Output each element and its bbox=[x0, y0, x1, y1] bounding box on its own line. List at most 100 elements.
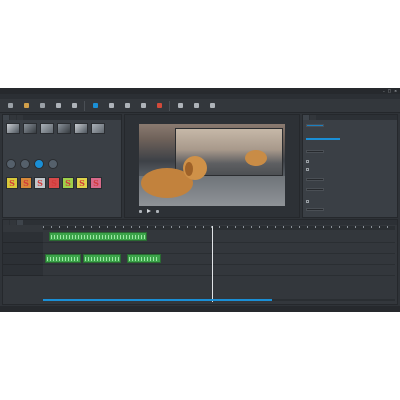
video-track-lane[interactable] bbox=[43, 232, 395, 243]
minimize-icon[interactable]: – bbox=[383, 89, 385, 93]
transition-thumbnail[interactable] bbox=[74, 123, 88, 134]
property-checkbox[interactable] bbox=[306, 159, 309, 163]
ruler-tick bbox=[355, 226, 356, 228]
toolbar-button[interactable] bbox=[121, 102, 133, 109]
property-field[interactable] bbox=[306, 207, 324, 211]
transition-thumbnail[interactable] bbox=[91, 123, 105, 134]
toolbar-button[interactable] bbox=[20, 102, 32, 109]
title-style-swatch[interactable]: S bbox=[48, 177, 60, 189]
tab-properties[interactable] bbox=[303, 115, 309, 120]
track-header-a2[interactable] bbox=[3, 265, 43, 276]
audio-track-lane[interactable] bbox=[43, 254, 395, 265]
property-field[interactable] bbox=[306, 177, 324, 181]
tab-library[interactable] bbox=[17, 115, 23, 120]
ruler-tick bbox=[59, 226, 60, 228]
property-checkbox[interactable] bbox=[306, 167, 309, 171]
transition-thumbnail[interactable] bbox=[23, 123, 37, 134]
audio-clip[interactable] bbox=[45, 254, 81, 263]
toolbar-button[interactable] bbox=[89, 102, 101, 109]
tab-effect-stack[interactable] bbox=[10, 220, 16, 225]
ruler-tick bbox=[331, 226, 332, 228]
ruler-tick bbox=[315, 226, 316, 228]
track-header-v2[interactable] bbox=[3, 243, 43, 254]
toolbar-button[interactable] bbox=[4, 102, 16, 109]
layout-icon bbox=[209, 102, 215, 108]
toolbar-button[interactable] bbox=[105, 102, 117, 109]
effects-panel: SSSSSSS bbox=[2, 114, 122, 218]
timeline-ruler[interactable] bbox=[43, 226, 395, 230]
ruler-tick bbox=[171, 226, 172, 228]
ruler-tick bbox=[67, 226, 68, 228]
timeline-scrollbar[interactable] bbox=[43, 299, 395, 301]
effect-icon-selected[interactable] bbox=[34, 159, 44, 169]
video-clip[interactable] bbox=[49, 232, 147, 241]
maximize-icon[interactable]: □ bbox=[388, 89, 391, 93]
audio-clip[interactable] bbox=[83, 254, 121, 263]
rewind-icon[interactable] bbox=[139, 209, 142, 213]
title-style-swatch[interactable]: S bbox=[76, 177, 88, 189]
toolbar-button[interactable] bbox=[52, 102, 64, 109]
monitor-controls bbox=[139, 209, 159, 213]
toolbar-button[interactable] bbox=[190, 102, 202, 109]
toolbar-button[interactable] bbox=[153, 102, 165, 109]
track-header-a1[interactable] bbox=[3, 254, 43, 265]
status-bar bbox=[0, 306, 400, 312]
play-icon[interactable] bbox=[147, 209, 151, 213]
ruler-tick bbox=[363, 226, 364, 228]
toolbar-button[interactable] bbox=[174, 102, 186, 109]
tab-timeline[interactable] bbox=[17, 220, 23, 225]
snap-icon bbox=[140, 102, 146, 108]
title-style-swatch[interactable]: S bbox=[90, 177, 102, 189]
transition-thumbnail[interactable] bbox=[40, 123, 54, 134]
video-track-lane[interactable] bbox=[43, 243, 395, 254]
transition-thumbnail[interactable] bbox=[6, 123, 20, 134]
title-style-swatch[interactable]: S bbox=[6, 177, 18, 189]
select-icon bbox=[92, 102, 98, 108]
effect-icon[interactable] bbox=[20, 159, 30, 169]
ruler-tick bbox=[99, 226, 100, 228]
tab-audio-mixer[interactable] bbox=[310, 115, 316, 120]
title-style-swatch[interactable]: S bbox=[20, 177, 32, 189]
effect-icons bbox=[6, 159, 58, 169]
effect-icon[interactable] bbox=[6, 159, 16, 169]
toolbar-button[interactable] bbox=[36, 102, 48, 109]
toolbar-button[interactable] bbox=[137, 102, 149, 109]
tab-project-bin[interactable] bbox=[3, 220, 9, 225]
ruler-tick bbox=[43, 226, 44, 228]
ruler-tick bbox=[163, 226, 164, 228]
ruler-tick bbox=[123, 226, 124, 228]
toolbar-button[interactable] bbox=[206, 102, 218, 109]
effects-tabs bbox=[3, 115, 121, 120]
timeline-panel bbox=[2, 219, 398, 305]
property-field[interactable] bbox=[306, 149, 324, 153]
audio-track-lane[interactable] bbox=[43, 265, 395, 276]
effect-icon[interactable] bbox=[48, 159, 58, 169]
ruler-tick bbox=[275, 226, 276, 228]
window-controls: – □ × bbox=[383, 89, 397, 93]
property-field[interactable] bbox=[306, 187, 324, 191]
video-preview[interactable] bbox=[139, 124, 285, 206]
property-slider[interactable] bbox=[306, 138, 340, 140]
tab-compositions[interactable] bbox=[10, 115, 16, 120]
new-icon bbox=[7, 102, 13, 108]
track-header-v1[interactable] bbox=[3, 232, 43, 243]
properties-panel bbox=[302, 114, 398, 218]
property-checkbox[interactable] bbox=[306, 199, 309, 203]
tab-effects[interactable] bbox=[3, 115, 9, 120]
toolbar-button[interactable] bbox=[68, 102, 80, 109]
ruler-tick bbox=[91, 226, 92, 228]
timeline-scrollbar-thumb[interactable] bbox=[43, 299, 272, 301]
toolbar-separator bbox=[84, 100, 85, 111]
undo-icon bbox=[55, 102, 61, 108]
timeline-playhead[interactable] bbox=[211, 226, 213, 302]
title-style-swatch[interactable]: S bbox=[62, 177, 74, 189]
ruler-tick bbox=[115, 226, 116, 228]
audio-clip[interactable] bbox=[127, 254, 161, 263]
ruler-tick bbox=[267, 226, 268, 228]
property-field[interactable] bbox=[306, 123, 324, 127]
title-style-swatch[interactable]: S bbox=[34, 177, 46, 189]
forward-icon[interactable] bbox=[156, 209, 159, 213]
transition-thumbnail[interactable] bbox=[57, 123, 71, 134]
close-icon[interactable]: × bbox=[394, 89, 397, 93]
puppy-reflection bbox=[245, 150, 267, 166]
